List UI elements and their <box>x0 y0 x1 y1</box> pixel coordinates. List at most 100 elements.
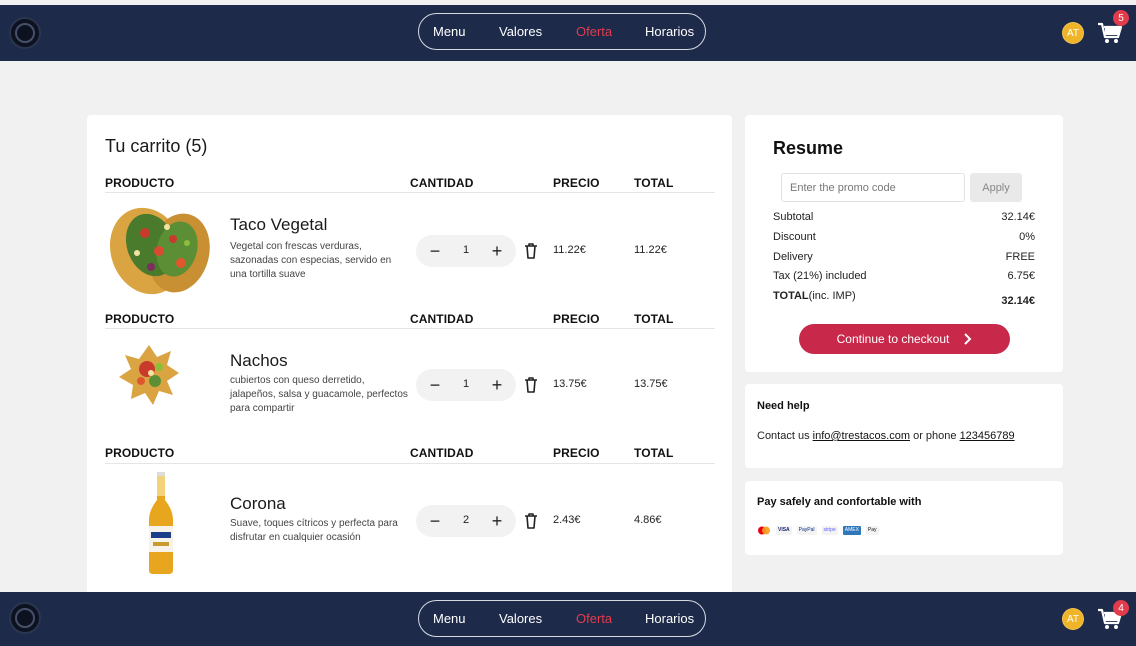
product-description: Vegetal con frescas verduras, sazonadas … <box>230 241 392 280</box>
nav-link-valores[interactable]: Valores <box>499 24 542 39</box>
divider <box>105 328 715 329</box>
stripe-icon: stripe <box>821 526 838 535</box>
top-navbar: Menu Valores Oferta Horarios AT 5 <box>0 5 1136 61</box>
product-name: Nachos <box>230 351 288 370</box>
increase-button[interactable]: + <box>482 235 512 267</box>
line-total: 13.75€ <box>634 378 668 390</box>
quantity-stepper: − 1 + <box>416 235 516 267</box>
quantity-stepper: − 2 + <box>416 505 516 537</box>
quantity-stepper: − 1 + <box>416 369 516 401</box>
nav-link-horarios[interactable]: Horarios <box>645 24 694 39</box>
delivery-value: FREE <box>1005 251 1035 263</box>
col-header-product: PRODUCTO <box>105 312 175 326</box>
avatar[interactable]: AT <box>1062 608 1084 630</box>
amex-icon: AMEX <box>842 526 861 535</box>
increase-button[interactable]: + <box>482 505 512 537</box>
cart-count-badge: 5 <box>1113 10 1129 26</box>
promo-code-input[interactable] <box>781 173 965 202</box>
paypal-icon: PayPal <box>796 526 817 535</box>
payment-title: Pay safely and confortable with <box>757 496 922 508</box>
phone-prefix: or phone <box>910 430 960 442</box>
help-card: Need help Contact us info@trestacos.com … <box>745 384 1063 468</box>
product-name: Taco Vegetal <box>230 215 328 234</box>
line-total: 4.86€ <box>634 514 662 526</box>
quantity-value: 1 <box>462 244 470 256</box>
total-label-suffix: (inc. IMP) <box>808 290 856 302</box>
help-text: Contact us info@trestacos.com or phone 1… <box>757 430 1015 442</box>
total-value: 32.14€ <box>1001 295 1035 307</box>
chevron-right-icon <box>964 333 972 345</box>
col-header-product: PRODUCTO <box>105 176 175 190</box>
avatar[interactable]: AT <box>1062 22 1084 44</box>
nav-menu: Menu Valores Oferta Horarios <box>418 600 706 637</box>
subtotal-value: 32.14€ <box>1001 211 1035 223</box>
increase-button[interactable]: + <box>482 369 512 401</box>
discount-label: Discount <box>773 231 816 243</box>
nav-link-menu[interactable]: Menu <box>433 611 466 626</box>
nav-link-horarios[interactable]: Horarios <box>645 611 694 626</box>
subtotal-label: Subtotal <box>773 211 814 223</box>
decrease-button[interactable]: − <box>420 235 450 267</box>
line-total: 11.22€ <box>634 244 667 256</box>
decrease-button[interactable]: − <box>420 505 450 537</box>
apply-button[interactable]: Apply <box>970 173 1022 202</box>
divider <box>105 192 715 193</box>
decrease-button[interactable]: − <box>420 369 450 401</box>
total-label-text: TOTAL <box>773 290 809 302</box>
mastercard-icon <box>758 526 770 535</box>
bottom-navbar: Menu Valores Oferta Horarios AT 4 <box>0 592 1136 646</box>
quantity-value: 1 <box>462 378 470 390</box>
logo-icon[interactable] <box>9 602 41 634</box>
tax-label: Tax (21%) included <box>773 270 867 282</box>
quantity-value: 2 <box>462 514 470 526</box>
email-link[interactable]: info@trestacos.com <box>813 430 910 442</box>
trash-icon[interactable] <box>523 242 539 260</box>
col-header-quantity: CANTIDAD <box>410 176 474 190</box>
divider <box>105 463 715 464</box>
trash-icon[interactable] <box>523 376 539 394</box>
col-header-total: TOTAL <box>634 312 674 326</box>
visa-icon: VISA <box>776 526 792 535</box>
discount-value: 0% <box>1019 231 1035 243</box>
cart-panel: Tu carrito (5) PRODUCTO CANTIDAD PRECIO … <box>87 115 732 595</box>
cart-count-badge: 4 <box>1113 600 1129 616</box>
col-header-total: TOTAL <box>634 176 674 190</box>
nav-menu: Menu Valores Oferta Horarios <box>418 13 706 50</box>
delivery-label: Delivery <box>773 251 813 263</box>
unit-price: 13.75€ <box>553 378 587 390</box>
tax-value: 6.75€ <box>1007 270 1035 282</box>
taco-icon <box>109 207 210 295</box>
trash-icon[interactable] <box>523 512 539 530</box>
resume-title: Resume <box>773 138 844 158</box>
resume-card: Resume Apply Subtotal 32.14€ Discount 0%… <box>745 115 1063 372</box>
total-label: TOTAL(inc. IMP) <box>773 290 856 302</box>
product-name: Corona <box>230 494 286 513</box>
nav-link-oferta[interactable]: Oferta <box>576 611 612 626</box>
col-header-total: TOTAL <box>634 446 674 460</box>
product-description: Suave, toques cítricos y perfecta para d… <box>230 518 398 543</box>
logo-icon[interactable] <box>9 17 41 49</box>
payment-logos: VISA PayPal stripe AMEX Pay <box>757 526 879 535</box>
col-header-price: PRECIO <box>553 312 600 326</box>
nachos-icon <box>119 345 179 405</box>
unit-price: 2.43€ <box>553 514 581 526</box>
col-header-quantity: CANTIDAD <box>410 312 474 326</box>
col-header-price: PRECIO <box>553 176 600 190</box>
nav-link-menu[interactable]: Menu <box>433 24 466 39</box>
help-title: Need help <box>757 400 810 412</box>
product-description: cubiertos con queso derretido, jalapeños… <box>230 375 408 414</box>
checkout-button[interactable]: Continue to checkout <box>799 324 1010 354</box>
checkout-label: Continue to checkout <box>836 332 950 346</box>
apple-pay-icon: Pay <box>865 526 879 535</box>
unit-price: 11.22€ <box>553 244 586 256</box>
col-header-product: PRODUCTO <box>105 446 175 460</box>
col-header-price: PRECIO <box>553 446 600 460</box>
payment-card: Pay safely and confortable with VISA Pay… <box>745 481 1063 555</box>
nav-link-oferta[interactable]: Oferta <box>576 24 612 39</box>
col-header-quantity: CANTIDAD <box>410 446 474 460</box>
beer-bottle-icon <box>149 472 173 574</box>
nav-link-valores[interactable]: Valores <box>499 611 542 626</box>
contact-prefix: Contact us <box>757 430 813 442</box>
phone-link[interactable]: 123456789 <box>960 430 1015 442</box>
cart-title: Tu carrito (5) <box>105 136 208 156</box>
